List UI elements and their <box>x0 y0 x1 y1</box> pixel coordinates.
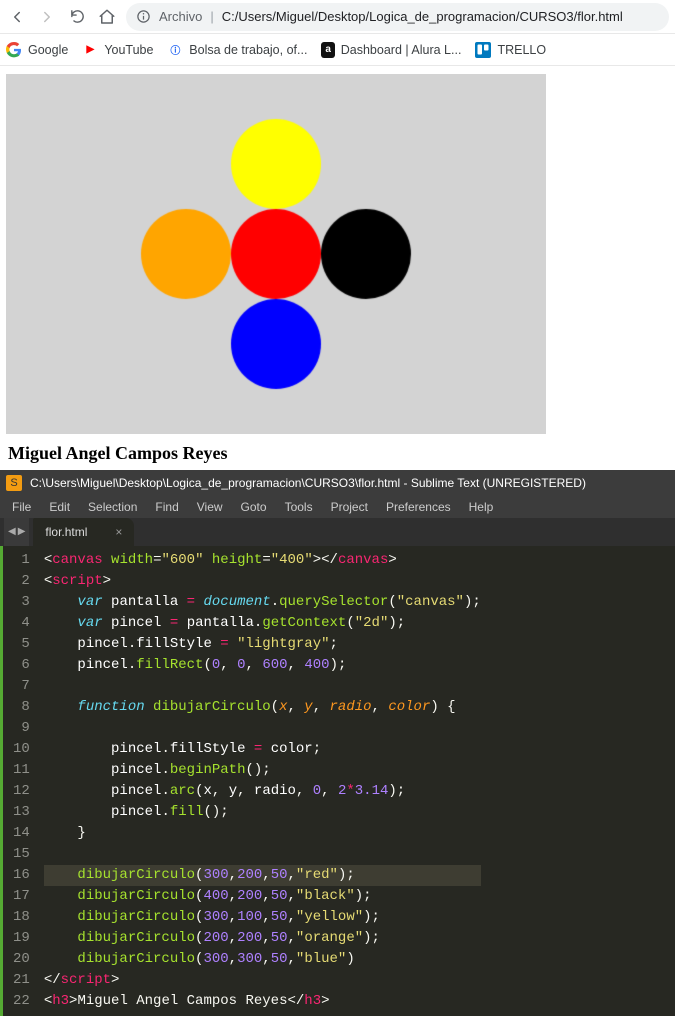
bookmark-label: Bolsa de trabajo, of... <box>189 43 307 57</box>
tab-prev-icon: ◀ <box>8 526 16 538</box>
code-line[interactable]: } <box>44 823 481 844</box>
info-icon <box>136 9 151 24</box>
code-line[interactable] <box>44 676 481 697</box>
bookmark-favicon: ▶ <box>82 42 98 58</box>
code-line[interactable]: <script> <box>44 571 481 592</box>
line-number: 15 <box>13 844 30 865</box>
url-path: C:/Users/Miguel/Desktop/Logica_de_progra… <box>222 9 623 24</box>
line-number: 11 <box>13 760 30 781</box>
line-number: 4 <box>13 613 30 634</box>
line-number: 14 <box>13 823 30 844</box>
author-heading: Miguel Angel Campos Reyes <box>6 437 669 466</box>
sublime-tab-bar: ◀ ▶ flor.html × <box>0 518 675 546</box>
menu-item[interactable]: Find <box>147 498 186 516</box>
code-line[interactable]: dibujarCirculo(300,300,50,"blue") <box>44 949 481 970</box>
code-area[interactable]: <canvas width="600" height="400"></canva… <box>40 546 481 1016</box>
bookmark-item[interactable]: Google <box>6 42 68 58</box>
code-line[interactable]: dibujarCirculo(400,200,50,"black"); <box>44 886 481 907</box>
back-button[interactable] <box>6 6 28 28</box>
bookmarks-bar: Google ▶ YouTube ⓘ Bolsa de trabajo, of... aD… <box>0 34 675 66</box>
code-line[interactable]: pincel.fillStyle = "lightgray"; <box>44 634 481 655</box>
bookmark-label: Dashboard | Alura L... <box>341 43 462 57</box>
code-line[interactable]: <canvas width="600" height="400"></canva… <box>44 550 481 571</box>
line-number-gutter: 12345678910111213141516171819202122 <box>0 546 40 1016</box>
line-number: 13 <box>13 802 30 823</box>
code-line[interactable]: dibujarCirculo(300,200,50,"red"); <box>44 865 481 886</box>
code-line[interactable]: <h3>Miguel Angel Campos Reyes</h3> <box>44 991 481 1012</box>
line-number: 6 <box>13 655 30 676</box>
bookmark-item[interactable]: ⓘ Bolsa de trabajo, of... <box>167 42 307 58</box>
line-number: 17 <box>13 886 30 907</box>
line-number: 16 <box>13 865 30 886</box>
line-number: 9 <box>13 718 30 739</box>
code-line[interactable]: </script> <box>44 970 481 991</box>
menu-item[interactable]: File <box>4 498 39 516</box>
menu-item[interactable]: Selection <box>80 498 145 516</box>
bookmark-item[interactable]: a Dashboard | Alura L... <box>321 42 461 58</box>
tab-next-icon: ▶ <box>18 526 26 538</box>
code-line[interactable]: var pincel = pantalla.getContext("2d"); <box>44 613 481 634</box>
code-line[interactable] <box>44 718 481 739</box>
line-number: 5 <box>13 634 30 655</box>
line-number: 22 <box>13 991 30 1012</box>
close-icon[interactable]: × <box>115 525 122 539</box>
line-number: 7 <box>13 676 30 697</box>
code-line[interactable]: pincel.fill(); <box>44 802 481 823</box>
line-number: 12 <box>13 781 30 802</box>
code-line[interactable]: pincel.fillStyle = color; <box>44 739 481 760</box>
line-number: 20 <box>13 949 30 970</box>
home-button[interactable] <box>96 6 118 28</box>
editor-tab-label: flor.html <box>45 525 87 539</box>
line-number: 19 <box>13 928 30 949</box>
forward-button[interactable] <box>36 6 58 28</box>
bookmark-label: YouTube <box>104 43 153 57</box>
menu-item[interactable]: Help <box>461 498 502 516</box>
bookmark-item[interactable]: ▶ YouTube <box>82 42 153 58</box>
code-line[interactable]: pincel.arc(x, y, radio, 0, 2*3.14); <box>44 781 481 802</box>
sublime-editor[interactable]: 12345678910111213141516171819202122 <can… <box>0 546 675 1016</box>
tab-nav-arrows[interactable]: ◀ ▶ <box>4 518 29 546</box>
sublime-window: S C:\Users\Miguel\Desktop\Logica_de_prog… <box>0 470 675 1016</box>
code-line[interactable]: var pantalla = document.querySelector("c… <box>44 592 481 613</box>
line-number: 10 <box>13 739 30 760</box>
bookmark-favicon <box>475 42 491 58</box>
bookmark-favicon: ⓘ <box>167 42 183 58</box>
url-separator: | <box>210 9 213 24</box>
bookmark-label: TRELLO <box>497 43 546 57</box>
page-content: Miguel Angel Campos Reyes <box>0 66 675 470</box>
address-bar[interactable]: Archivo | C:/Users/Miguel/Desktop/Logica… <box>126 3 669 31</box>
menu-item[interactable]: Preferences <box>378 498 459 516</box>
code-line[interactable]: function dibujarCirculo(x, y, radio, col… <box>44 697 481 718</box>
line-number: 21 <box>13 970 30 991</box>
sublime-title-text: C:\Users\Miguel\Desktop\Logica_de_progra… <box>30 476 586 490</box>
sublime-app-icon: S <box>6 475 22 491</box>
line-number: 18 <box>13 907 30 928</box>
bookmark-favicon: a <box>321 42 334 58</box>
code-line[interactable]: pincel.fillRect(0, 0, 600, 400); <box>44 655 481 676</box>
bookmark-item[interactable]: TRELLO <box>475 42 546 58</box>
browser-toolbar: Archivo | C:/Users/Miguel/Desktop/Logica… <box>0 0 675 34</box>
code-line[interactable]: dibujarCirculo(300,100,50,"yellow"); <box>44 907 481 928</box>
editor-tab[interactable]: flor.html × <box>33 518 134 546</box>
menu-item[interactable]: Tools <box>277 498 321 516</box>
reload-button[interactable] <box>66 6 88 28</box>
url-scheme-label: Archivo <box>159 9 202 24</box>
code-line[interactable]: pincel.beginPath(); <box>44 760 481 781</box>
line-number: 3 <box>13 592 30 613</box>
sublime-titlebar[interactable]: S C:\Users\Miguel\Desktop\Logica_de_prog… <box>0 470 675 496</box>
line-number: 1 <box>13 550 30 571</box>
line-number: 8 <box>13 697 30 718</box>
bookmark-label: Google <box>28 43 68 57</box>
menu-item[interactable]: Goto <box>233 498 275 516</box>
code-line[interactable] <box>44 844 481 865</box>
bookmark-favicon <box>6 42 22 58</box>
menu-item[interactable]: Project <box>323 498 376 516</box>
flower-canvas <box>6 74 546 434</box>
code-line[interactable]: dibujarCirculo(200,200,50,"orange"); <box>44 928 481 949</box>
menu-item[interactable]: View <box>189 498 231 516</box>
sublime-menu-bar: FileEditSelectionFindViewGotoToolsProjec… <box>0 496 675 518</box>
menu-item[interactable]: Edit <box>41 498 78 516</box>
line-number: 2 <box>13 571 30 592</box>
